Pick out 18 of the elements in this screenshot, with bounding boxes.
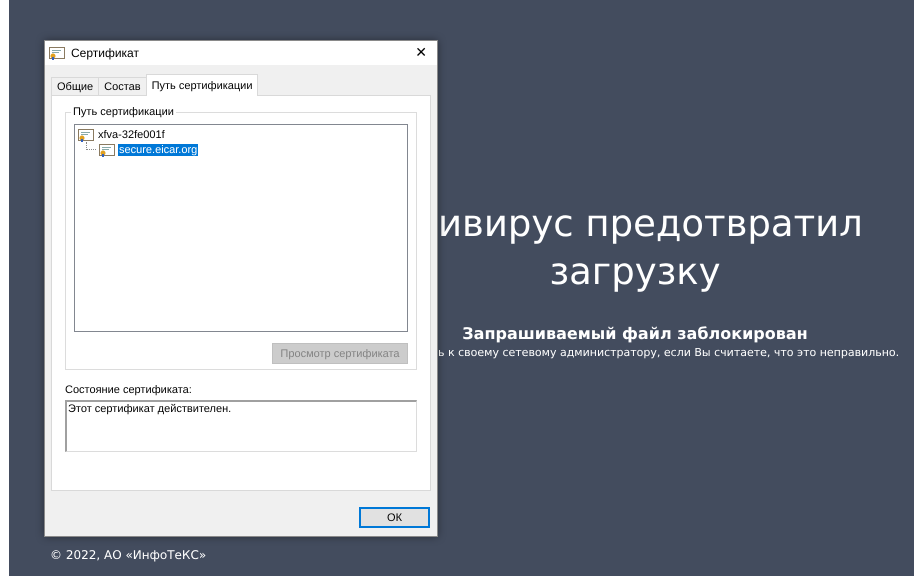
page-message: ь к своему сетевому администратору, если Вы считаете, что это неправильно. bbox=[438, 346, 900, 359]
ok-button[interactable]: ОК bbox=[359, 507, 430, 528]
certificate-icon bbox=[99, 142, 115, 156]
page-heading: загрузку bbox=[549, 249, 721, 295]
status-label: Состояние сертификата: bbox=[65, 384, 193, 396]
close-button[interactable]: ✕ bbox=[411, 45, 431, 61]
certificate-icon bbox=[49, 46, 65, 60]
certificate-icon bbox=[78, 128, 94, 142]
page-heading: ивирус предотвратил bbox=[438, 201, 864, 247]
tab[interactable]: Общие bbox=[51, 77, 100, 96]
window-title: Сертификат bbox=[71, 46, 140, 60]
tab[interactable]: Путь сертификации bbox=[146, 74, 258, 96]
status-field: Этот сертификат действителен. bbox=[65, 400, 417, 452]
tree-item[interactable]: xfva-32fe001f bbox=[97, 128, 166, 140]
page-subtitle: Запрашиваемый файл заблокирован bbox=[462, 324, 808, 343]
tree-item[interactable]: secure.eicar.org bbox=[118, 144, 198, 156]
group-title: Путь сертификации bbox=[72, 106, 175, 118]
copyright-text: © 2022, АО «ИнфоТеКС» bbox=[49, 548, 208, 562]
